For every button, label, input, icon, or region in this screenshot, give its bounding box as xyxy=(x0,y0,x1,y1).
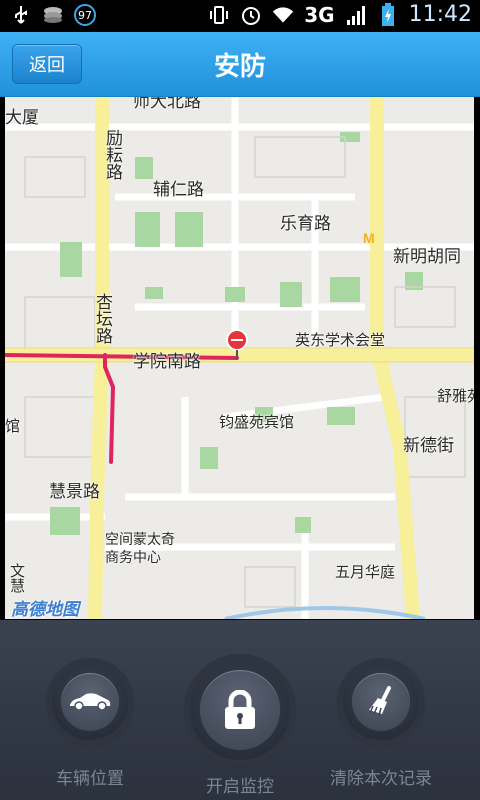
back-button[interactable]: 返回 xyxy=(12,44,82,84)
signal-icon xyxy=(345,4,367,26)
wifi-icon xyxy=(272,4,294,26)
status-bar: 97 3G 11:42 xyxy=(0,0,480,32)
start-monitor-button[interactable] xyxy=(200,670,280,750)
car-icon xyxy=(70,693,111,711)
map-label-poi: 钧盛苑宾馆 xyxy=(219,413,295,431)
map-label-road: 乐育路 xyxy=(280,214,331,234)
map-label-poi: 英东学术会堂 xyxy=(295,331,386,349)
car-position-label: 车辆位置 xyxy=(56,769,124,789)
clear-record-control[interactable]: 清除本次记录 xyxy=(330,664,432,789)
battery-icon xyxy=(377,2,399,26)
clear-record-label: 清除本次记录 xyxy=(330,769,432,789)
lock-icon xyxy=(225,690,255,729)
map-label-poi: 馆 xyxy=(5,417,21,435)
broom-icon xyxy=(369,686,391,716)
start-monitor-label: 开启监控 xyxy=(206,777,274,797)
network-type: 3G xyxy=(304,2,335,27)
map-logo: 高德地图 xyxy=(11,600,79,619)
clock: 11:42 xyxy=(408,2,472,27)
map-label-road: 文慧 xyxy=(8,563,26,593)
map-label-road: 慧景路 xyxy=(49,482,100,502)
map-label-road: 杏坛路 xyxy=(92,293,112,344)
layers-icon xyxy=(42,4,64,26)
vibrate-icon xyxy=(208,4,230,26)
map-label-road: 学院南路 xyxy=(133,352,201,372)
map-label-road: 辅仁路 xyxy=(153,180,204,200)
clear-record-button[interactable] xyxy=(352,673,410,731)
car-position-control[interactable]: 车辆位置 xyxy=(52,664,128,789)
map-label-road: 师大北路 xyxy=(133,97,201,112)
map-label-poi: 空间蒙太奇 xyxy=(105,532,175,548)
map-view[interactable]: M 师大北路 大厦 励耘路 辅仁路 乐育路 新明胡同 杏坛路 英东学术会堂 学院… xyxy=(5,97,474,619)
restaurant-icon: M xyxy=(363,230,375,246)
map-label-road: 励耘路 xyxy=(102,129,122,180)
title-bar: 安防 返回 xyxy=(0,32,480,97)
alarm-icon xyxy=(240,4,262,26)
map-label-road: 新德街 xyxy=(403,436,454,456)
notification-badge: 97 xyxy=(74,4,96,26)
car-position-button[interactable] xyxy=(61,673,119,731)
map-label-poi: 商务中心 xyxy=(105,550,161,566)
map-label-poi: 大厦 xyxy=(5,108,39,128)
map-label-road: 新明胡同 xyxy=(393,247,461,267)
map-label-poi: 舒雅苑 xyxy=(437,387,474,405)
monitor-control[interactable]: 开启监控 xyxy=(190,660,290,797)
usb-icon xyxy=(10,4,32,26)
control-panel: 车辆位置 开启监控 清除本次记录 xyxy=(0,620,480,800)
map-label-poi: 五月华庭 xyxy=(335,563,396,581)
map-canvas: M xyxy=(5,97,474,619)
